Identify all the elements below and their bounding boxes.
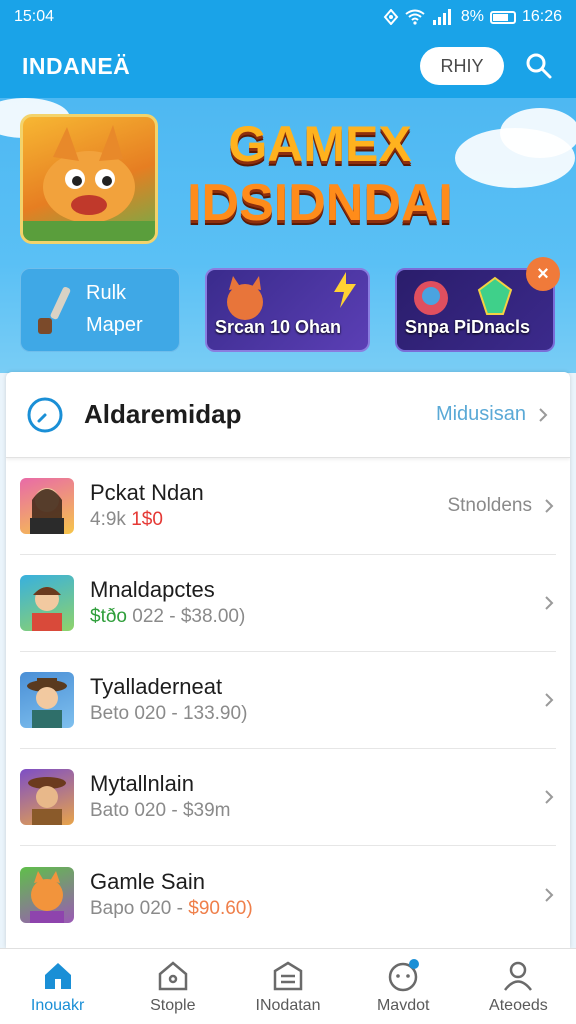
nfc-icon xyxy=(383,9,399,25)
creature-character-icon xyxy=(23,125,155,241)
battery-icon xyxy=(489,10,516,24)
subtitle-text: 022 - $38.00) xyxy=(126,606,246,627)
list-item[interactable]: Mnaldapctes $tðo 022 - $38.00) xyxy=(20,555,556,652)
nav-label: Inouakr xyxy=(30,996,85,1014)
hero-game-art[interactable] xyxy=(20,114,158,244)
gem-icon xyxy=(477,276,513,315)
library-icon xyxy=(273,961,303,990)
list-item-subtitle: Bato 020 - $39m xyxy=(90,800,231,821)
nav-home[interactable]: Inouakr xyxy=(0,949,115,1024)
section-header[interactable]: Aldaremidap Midusisan xyxy=(6,372,570,458)
monster-icon xyxy=(414,281,448,315)
list-item-title: Gamle Sain xyxy=(90,868,205,894)
section-more-link[interactable]: Midusisan xyxy=(436,403,526,426)
character-avatar-icon xyxy=(32,587,62,631)
nav-label: Mavdot xyxy=(376,996,430,1014)
list-item-title: Mytallnlain xyxy=(90,771,194,796)
subtitle-price: $tðo xyxy=(90,606,127,627)
subtitle-text: 4:9k xyxy=(90,509,132,530)
status-bar: 15:04 8% 16:26 xyxy=(0,0,576,34)
hero-title-line2: IDSIDNDAI xyxy=(187,174,453,232)
app-title: INDANEÄ xyxy=(22,52,131,79)
chevron-right-icon xyxy=(545,790,554,804)
subtitle-price: $90.60) xyxy=(188,897,253,919)
store-icon xyxy=(158,960,188,990)
nav-account[interactable]: Ateoeds xyxy=(461,949,576,1024)
subtitle-price: 1$0 xyxy=(131,509,163,530)
game-thumbnail xyxy=(20,769,74,825)
list-item[interactable]: Pckat Ndan 4:9k 1$0 Stnoldens xyxy=(20,458,556,555)
game-thumbnail xyxy=(20,866,74,923)
list-item[interactable]: Tyalladerneat Beto 020 - 133.90) xyxy=(20,652,556,749)
status-indicators: 8% 16:26 xyxy=(383,8,562,26)
search-icon xyxy=(526,53,552,79)
home-icon xyxy=(44,962,71,989)
list-item-subtitle: 4:9k 1$0 xyxy=(90,507,447,533)
lightning-icon xyxy=(334,272,356,308)
list-item-subtitle: Bapo 020 - $90.60) xyxy=(90,896,542,922)
card-label: Rulk xyxy=(86,282,127,304)
chevron-right-icon xyxy=(539,407,548,422)
card-label: Srcan 10 Ohan xyxy=(215,317,342,337)
nav-store[interactable]: Stople xyxy=(115,949,230,1024)
status-clock-right: 16:26 xyxy=(521,8,562,25)
card-label: Snpa PiDnacls xyxy=(405,317,531,337)
list-item[interactable]: Gamle Sain Bapo 020 - $90.60) xyxy=(20,846,556,943)
character-avatar-icon xyxy=(28,777,66,825)
list-item-subtitle: Beto 020 - 133.90) xyxy=(90,703,248,724)
list-item-title: Mnaldapctes xyxy=(90,577,215,602)
list-item[interactable]: Mytallnlain Bato 020 - $39m xyxy=(20,749,556,846)
chevron-right-icon xyxy=(545,693,554,707)
chat-face-icon xyxy=(388,958,420,991)
chevron-right-icon xyxy=(545,499,554,513)
clock-icon xyxy=(27,397,63,432)
list-item-title: Tyalladerneat xyxy=(90,674,223,699)
bottom-navigation: Inouakr Stople INodatan Mavdot Ateoeds xyxy=(0,948,576,1024)
list-item-subtitle: $tðo 022 - $38.00) xyxy=(90,604,542,630)
sword-icon xyxy=(38,286,71,334)
close-badge[interactable]: × xyxy=(526,257,560,291)
chevron-right-icon xyxy=(545,887,554,902)
section-title: Aldaremidap xyxy=(84,399,242,429)
subtitle-text: Bapo 020 - xyxy=(90,897,189,919)
character-avatar-icon xyxy=(27,678,67,728)
hero-title-line1: GAMEX xyxy=(228,116,412,172)
card-label: Maper xyxy=(86,314,143,336)
list-item-title: Pckat Ndan xyxy=(90,480,204,505)
chevron-right-icon xyxy=(545,596,554,610)
play-button[interactable]: RHIY xyxy=(420,47,504,85)
creature-avatar-icon xyxy=(30,870,64,923)
game-thumbnail xyxy=(20,478,74,534)
nav-library[interactable]: INodatan xyxy=(230,949,345,1024)
user-icon xyxy=(504,961,533,991)
game-thumbnail xyxy=(20,672,74,728)
game-list-panel: Aldaremidap Midusisan Pckat Ndan 4:9k 1$… xyxy=(6,372,570,948)
search-button[interactable] xyxy=(524,51,554,81)
promo-card-maper[interactable]: Rulk Maper xyxy=(20,268,180,352)
promo-banner[interactable]: GAMEX IDSIDNDAI Rulk Maper Srcan 10 Ohan… xyxy=(0,98,576,373)
nav-messages[interactable]: Mavdot xyxy=(346,949,461,1024)
signal-icon xyxy=(432,9,451,25)
status-time: 15:04 xyxy=(14,8,55,25)
hero-title: GAMEX IDSIDNDAI xyxy=(160,114,480,232)
cloud-decoration xyxy=(500,108,576,158)
battery-percent: 8% xyxy=(460,8,484,25)
character-avatar-icon xyxy=(30,488,64,534)
nav-label: Stople xyxy=(150,996,196,1014)
nav-label: INodatan xyxy=(255,996,321,1014)
list-item-right-label: Stnoldens xyxy=(447,495,532,516)
game-thumbnail xyxy=(20,575,74,631)
nav-label: Ateoeds xyxy=(489,996,548,1014)
app-bar: INDANEÄ RHIY xyxy=(0,34,576,98)
wifi-icon xyxy=(405,9,425,25)
promo-card-scan[interactable]: Srcan 10 Ohan xyxy=(205,268,370,352)
